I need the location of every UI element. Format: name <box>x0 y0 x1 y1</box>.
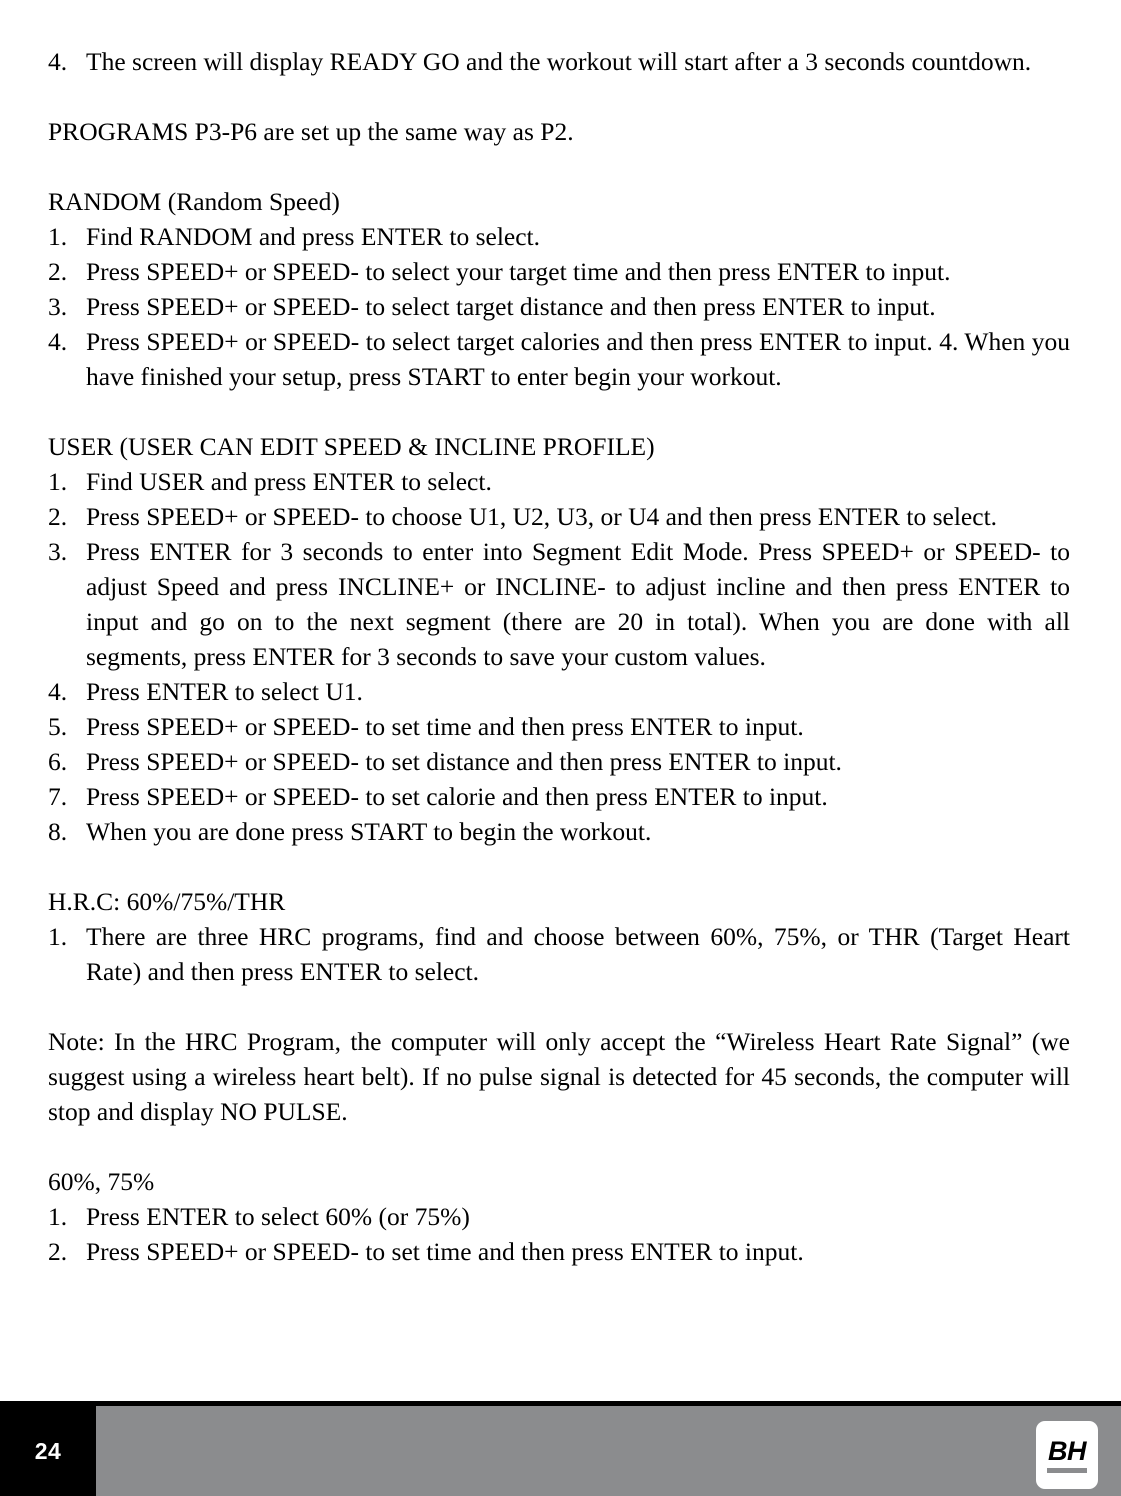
footer-gray-bar <box>0 1406 1121 1496</box>
random-list: 1. Find RANDOM and press ENTER to select… <box>48 219 1070 394</box>
bh-logo: BH <box>1036 1421 1098 1489</box>
list-item-number: 2. <box>48 1237 68 1266</box>
document-page: 4. The screen will display READY GO and … <box>0 0 1121 1496</box>
list-item-number: 2. <box>48 502 68 531</box>
section-heading-user: USER (USER CAN EDIT SPEED & INCLINE PROF… <box>48 432 655 461</box>
list-item-number: 4. <box>48 327 68 356</box>
page-content: 4. The screen will display READY GO and … <box>48 44 1070 1269</box>
list-item-text: Press SPEED+ or SPEED- to set distance a… <box>86 747 842 776</box>
list-item-text: Press ENTER to select U1. <box>86 677 363 706</box>
list-item-text: Find RANDOM and press ENTER to select. <box>86 222 540 251</box>
list-item-number: 6. <box>48 747 68 776</box>
list-item-text: The screen will display READY GO and the… <box>86 47 1032 76</box>
list-item: 6. Press SPEED+ or SPEED- to set distanc… <box>48 744 1070 779</box>
list-item-number: 2. <box>48 257 68 286</box>
page-number: 24 <box>34 1437 62 1464</box>
list-item: 5. Press SPEED+ or SPEED- to set time an… <box>48 709 1070 744</box>
list-item: 4. The screen will display READY GO and … <box>48 44 1070 79</box>
user-list: 1. Find USER and press ENTER to select. … <box>48 464 1070 849</box>
section-heading-random: RANDOM (Random Speed) <box>48 187 340 216</box>
list-item: 2. Press SPEED+ or SPEED- to select your… <box>48 254 1070 289</box>
section-heading-percent: 60%, 75% <box>48 1167 155 1196</box>
page-footer: 24 BH <box>0 1401 1121 1496</box>
bh-logo-text: BH <box>1048 1435 1087 1466</box>
list-item: 3. Press ENTER for 3 seconds to enter in… <box>48 534 1070 674</box>
list-item-text: Press SPEED+ or SPEED- to select your ta… <box>86 257 951 286</box>
list-item-text: Press SPEED+ or SPEED- to set time and t… <box>86 1237 804 1266</box>
list-item: 2. Press SPEED+ or SPEED- to choose U1, … <box>48 499 1070 534</box>
list-item: 2. Press SPEED+ or SPEED- to set time an… <box>48 1234 1070 1269</box>
list-item: 4. Press ENTER to select U1. <box>48 674 1070 709</box>
list-item: 1. Find USER and press ENTER to select. <box>48 464 1070 499</box>
bh-logo-underline <box>1047 1467 1087 1473</box>
list-item: 3. Press SPEED+ or SPEED- to select targ… <box>48 289 1070 324</box>
list-item-text: When you are done press START to begin t… <box>86 817 652 846</box>
list-item: 4. Press SPEED+ or SPEED- to select targ… <box>48 324 1070 394</box>
list-item-number: 1. <box>48 222 68 251</box>
list-item-text: Press SPEED+ or SPEED- to set time and t… <box>86 712 804 741</box>
list-item-number: 3. <box>48 537 68 566</box>
list-item-text: Press ENTER to select 60% (or 75%) <box>86 1202 470 1231</box>
list-item-text: Press ENTER for 3 seconds to enter into … <box>86 537 1070 671</box>
list-item-number: 8. <box>48 817 68 846</box>
list-item-text: Press SPEED+ or SPEED- to select target … <box>86 292 936 321</box>
list-item: 8. When you are done press START to begi… <box>48 814 1070 849</box>
hrc-list: 1. There are three HRC programs, find an… <box>48 919 1070 989</box>
list-item: 7. Press SPEED+ or SPEED- to set calorie… <box>48 779 1070 814</box>
list-item-text: Press SPEED+ or SPEED- to choose U1, U2,… <box>86 502 998 531</box>
list-item-text: There are three HRC programs, find and c… <box>86 922 1070 986</box>
percent-list: 1. Press ENTER to select 60% (or 75%) 2.… <box>48 1199 1070 1269</box>
continued-list: 4. The screen will display READY GO and … <box>48 44 1070 79</box>
list-item-number: 4. <box>48 677 68 706</box>
list-item-number: 5. <box>48 712 68 741</box>
list-item: 1. Press ENTER to select 60% (or 75%) <box>48 1199 1070 1234</box>
list-item-number: 1. <box>48 467 68 496</box>
list-item-number: 1. <box>48 922 68 951</box>
list-item-text: Press SPEED+ or SPEED- to set calorie an… <box>86 782 828 811</box>
list-item-number: 1. <box>48 1202 68 1231</box>
list-item-number: 7. <box>48 782 68 811</box>
hrc-note-paragraph: Note: In the HRC Program, the computer w… <box>48 1027 1070 1126</box>
list-item: 1. Find RANDOM and press ENTER to select… <box>48 219 1070 254</box>
list-item: 1. There are three HRC programs, find an… <box>48 919 1070 989</box>
list-item-number: 3. <box>48 292 68 321</box>
list-item-number: 4. <box>48 47 68 76</box>
list-item-text: Find USER and press ENTER to select. <box>86 467 492 496</box>
programs-note: PROGRAMS P3-P6 are set up the same way a… <box>48 117 574 146</box>
section-heading-hrc: H.R.C: 60%/75%/THR <box>48 887 286 916</box>
list-item-text: Press SPEED+ or SPEED- to select target … <box>86 327 1070 391</box>
